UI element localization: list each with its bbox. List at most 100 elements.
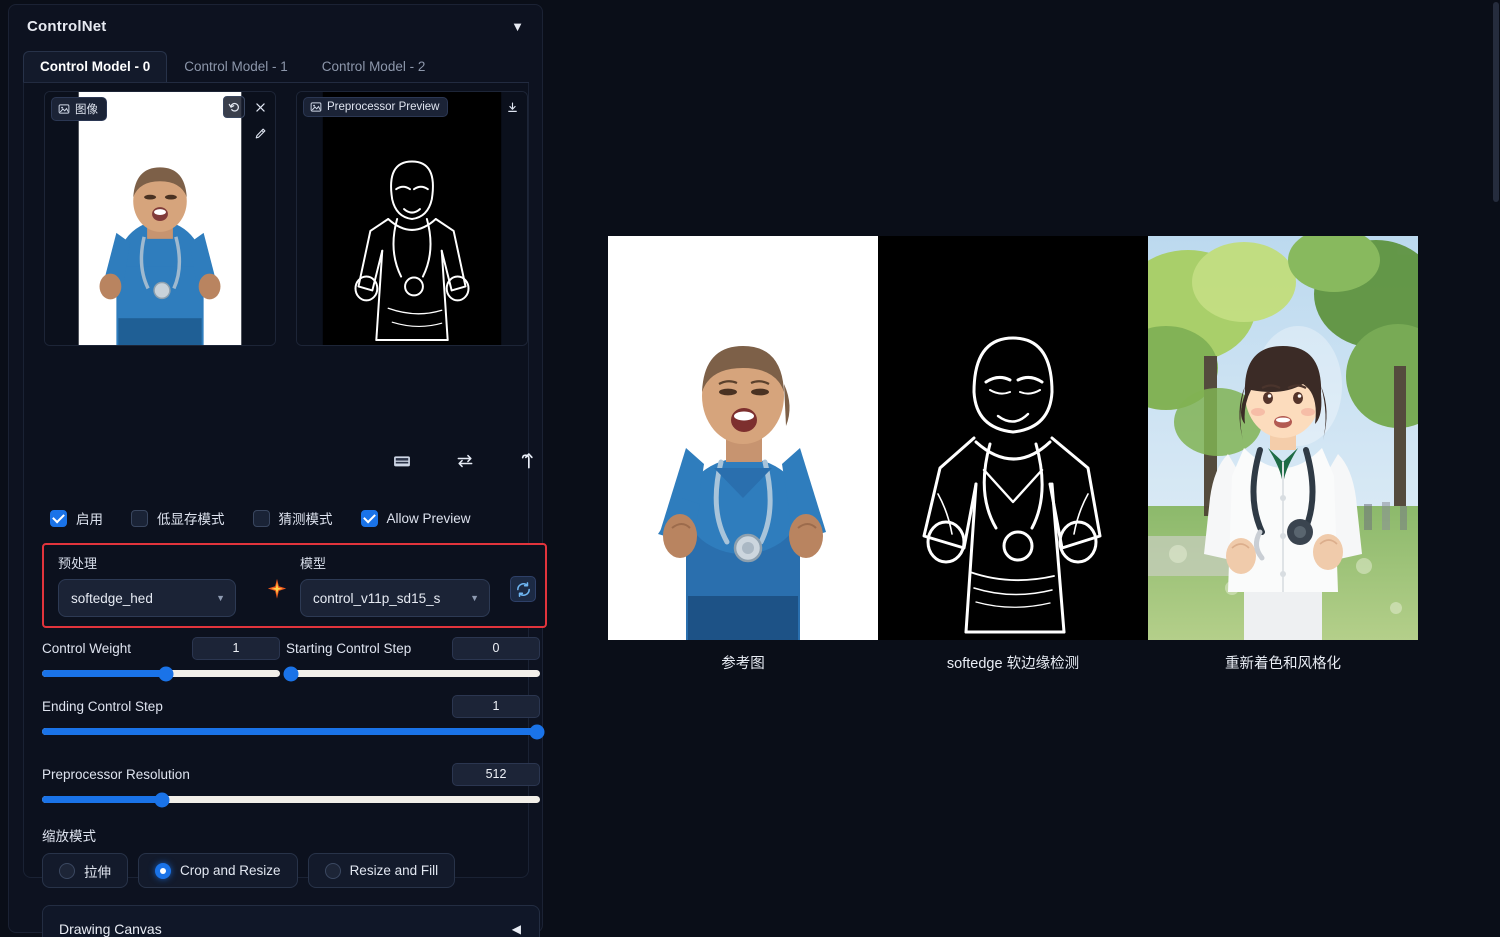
preprocessor-value: softedge_hed xyxy=(71,591,153,606)
radio-stretch-label: 拉伸 xyxy=(84,861,111,881)
starting-control-step-track[interactable] xyxy=(286,670,540,677)
ending-control-step-value[interactable]: 1 xyxy=(452,695,540,718)
undo-history-button[interactable] xyxy=(223,96,245,118)
preview-tool-row xyxy=(390,439,540,483)
control-weight-knob[interactable] xyxy=(158,666,173,681)
radio-resize-and-fill[interactable]: Resize and Fill xyxy=(308,853,456,888)
controlnet-panel: ControlNet ▼ Control Model - 0 Control M… xyxy=(8,4,543,933)
radio-stretch-dot[interactable] xyxy=(59,863,75,879)
panel-header: ControlNet ▼ xyxy=(9,5,542,47)
checkbox-low-vram[interactable]: 低显存模式 xyxy=(131,508,225,528)
ending-control-step-label: Ending Control Step xyxy=(42,699,163,714)
preprocessor-label: 预处理 xyxy=(58,553,254,572)
preprocessor-resolution-track[interactable] xyxy=(42,796,540,803)
preprocessor-field: 预处理 softedge_hed ▼ xyxy=(58,553,254,617)
upload-button[interactable] xyxy=(515,448,540,474)
radio-crop-and-resize-dot[interactable] xyxy=(155,863,171,879)
options-checkbox-row: 启用 低显存模式 猜测模式 Allow Preview xyxy=(50,501,540,535)
control-weight-track[interactable] xyxy=(42,670,280,677)
tab-control-model-2[interactable]: Control Model - 2 xyxy=(305,51,443,82)
control-weight-label: Control Weight xyxy=(42,641,131,656)
swap-button[interactable] xyxy=(453,448,478,474)
preprocessor-model-highlight: 预处理 softedge_hed ▼ 模型 control_v11p_ xyxy=(42,543,547,628)
radio-crop-and-resize-label: Crop and Resize xyxy=(180,863,281,878)
checkbox-allow-preview[interactable]: Allow Preview xyxy=(361,510,471,527)
preprocessor-preview-box[interactable]: Preprocessor Preview xyxy=(296,91,528,346)
tab-control-model-0[interactable]: Control Model - 0 xyxy=(23,51,167,82)
camera-button[interactable] xyxy=(390,448,415,474)
checkbox-enable-box[interactable] xyxy=(50,510,67,527)
preprocessor-preview-tag: Preprocessor Preview xyxy=(303,97,448,117)
download-button[interactable] xyxy=(501,96,523,118)
slider-ending-control-step: Ending Control Step 1 xyxy=(42,693,540,735)
gallery-captions: 参考图 softedge 软边缘检测 重新着色和风格化 xyxy=(608,652,1423,673)
ending-control-step-knob[interactable] xyxy=(529,724,544,739)
radio-crop-and-resize[interactable]: Crop and Resize xyxy=(138,853,298,888)
edit-image-button[interactable] xyxy=(249,122,271,144)
checkbox-allow-preview-box[interactable] xyxy=(361,510,378,527)
slider-starting-control-step: Starting Control Step 0 xyxy=(286,635,540,677)
page-scrollbar-thumb[interactable] xyxy=(1493,2,1499,202)
tab-panel-content: 图像 xyxy=(23,83,529,878)
caption-softedge: softedge 软边缘检测 xyxy=(878,652,1148,673)
preprocessor-resolution-knob[interactable] xyxy=(154,792,169,807)
preprocessor-preview-label: Preprocessor Preview xyxy=(327,101,439,113)
swap-arrows-icon xyxy=(455,451,475,471)
starting-control-step-value[interactable]: 0 xyxy=(452,637,540,660)
model-label: 模型 xyxy=(300,553,500,572)
resize-mode-label: 缩放模式 xyxy=(42,825,96,845)
chevron-down-icon: ▼ xyxy=(470,593,479,603)
control-weight-value[interactable]: 1 xyxy=(192,637,280,660)
image-row: 图像 xyxy=(30,91,524,346)
checkbox-low-vram-label: 低显存模式 xyxy=(157,508,225,528)
radio-stretch[interactable]: 拉伸 xyxy=(42,853,128,888)
undo-history-icon xyxy=(228,101,241,114)
checkbox-guess-mode[interactable]: 猜测模式 xyxy=(253,508,333,528)
triangle-left-icon[interactable]: ◀ xyxy=(512,922,521,936)
gallery-item-stylized[interactable] xyxy=(1148,236,1418,640)
source-image-label: 图像 xyxy=(75,101,98,117)
checkbox-guess-mode-label: 猜测模式 xyxy=(279,508,333,528)
gallery-item-softedge[interactable] xyxy=(878,236,1148,640)
download-icon xyxy=(506,101,519,114)
checkbox-allow-preview-label: Allow Preview xyxy=(387,511,471,526)
preprocessor-resolution-value[interactable]: 512 xyxy=(452,763,540,786)
radio-resize-and-fill-dot[interactable] xyxy=(325,863,341,879)
gallery-item-reference[interactable] xyxy=(608,236,878,640)
page-title: ControlNet xyxy=(27,18,107,35)
chevron-down-icon: ▼ xyxy=(216,593,225,603)
starting-control-step-knob[interactable] xyxy=(284,666,299,681)
source-image-actions xyxy=(223,96,271,118)
refresh-models-button[interactable] xyxy=(510,576,536,602)
drawing-canvas-accordion[interactable]: Drawing Canvas ◀ xyxy=(42,905,540,937)
spark-burst-icon xyxy=(266,578,288,600)
camera-icon xyxy=(392,451,412,471)
ending-control-step-track[interactable] xyxy=(42,728,540,735)
page-scrollbar[interactable] xyxy=(1493,0,1499,937)
source-image-box[interactable]: 图像 xyxy=(44,91,276,346)
checkbox-enable[interactable]: 启用 xyxy=(50,508,103,528)
pen-edit-icon xyxy=(254,127,267,140)
preview-actions xyxy=(501,96,523,118)
model-value: control_v11p_sd15_s xyxy=(313,591,440,606)
image-icon xyxy=(310,101,322,113)
checkbox-guess-mode-box[interactable] xyxy=(253,510,270,527)
source-image-tag: 图像 xyxy=(51,97,107,121)
slider-control-weight: Control Weight 1 xyxy=(42,635,280,677)
tab-bar: Control Model - 0 Control Model - 1 Cont… xyxy=(23,49,529,83)
softedge-map xyxy=(878,236,1148,640)
preprocessor-preview-thumbnail xyxy=(297,92,527,345)
result-gallery xyxy=(608,236,1423,640)
close-button[interactable] xyxy=(249,96,271,118)
tab-control-model-1[interactable]: Control Model - 1 xyxy=(167,51,305,82)
checkbox-low-vram-box[interactable] xyxy=(131,510,148,527)
starting-control-step-label: Starting Control Step xyxy=(286,641,411,656)
model-select[interactable]: control_v11p_sd15_s ▼ xyxy=(300,579,490,617)
checkbox-enable-label: 启用 xyxy=(76,508,103,528)
preprocessor-select[interactable]: softedge_hed ▼ xyxy=(58,579,236,617)
triangle-down-icon[interactable]: ▼ xyxy=(511,20,524,33)
close-x-icon xyxy=(254,101,267,114)
reference-photo xyxy=(608,236,878,640)
caption-reference: 参考图 xyxy=(608,652,878,673)
caption-stylized: 重新着色和风格化 xyxy=(1148,652,1418,673)
